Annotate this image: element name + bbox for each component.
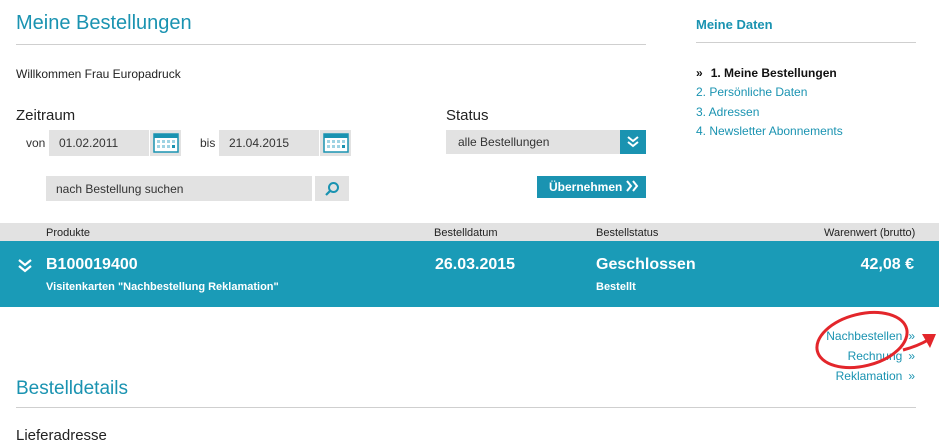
to-label: bis bbox=[200, 136, 216, 150]
order-substatus: Bestellt bbox=[596, 281, 636, 293]
sidebar-title: Meine Daten bbox=[696, 17, 773, 32]
delivery-address-title: Lieferadresse bbox=[16, 427, 107, 444]
order-row[interactable]: B100019400 Visitenkarten "Nachbestellung… bbox=[0, 241, 939, 307]
order-value: 42,08 € bbox=[860, 256, 914, 273]
from-label: von bbox=[26, 136, 46, 150]
sidebar-divider bbox=[696, 42, 916, 43]
sidebar-item-orders[interactable]: » 1. Meine Bestellungen bbox=[696, 66, 837, 80]
double-chevron-right-icon bbox=[626, 180, 639, 192]
column-header-products: Produkte bbox=[46, 227, 91, 239]
from-date-input[interactable]: 01.02.2011 bbox=[49, 130, 149, 156]
apply-filter-label: Übernehmen bbox=[549, 180, 623, 194]
from-calendar-button[interactable] bbox=[149, 130, 181, 156]
details-divider bbox=[16, 407, 916, 408]
details-title: Bestelldetails bbox=[16, 378, 128, 399]
title-divider bbox=[16, 44, 646, 45]
sidebar-item-newsletter[interactable]: 4. Newsletter Abonnements bbox=[696, 124, 843, 138]
status-select[interactable]: alle Bestellungen bbox=[446, 130, 620, 154]
annotation-circle-arrow bbox=[815, 310, 936, 370]
search-button[interactable] bbox=[315, 176, 349, 201]
sidebar-item-label: 1. Meine Bestellungen bbox=[710, 66, 837, 80]
order-product: Visitenkarten "Nachbestellung Reklamatio… bbox=[46, 281, 279, 293]
column-header-date: Bestelldatum bbox=[434, 227, 498, 239]
status-label: Status bbox=[446, 107, 489, 124]
order-date: 26.03.2015 bbox=[435, 256, 516, 273]
orders-table-header: Produkte Bestelldatum Bestellstatus Ware… bbox=[0, 223, 939, 241]
order-number: B100019400 bbox=[46, 256, 138, 273]
column-header-status: Bestellstatus bbox=[596, 227, 659, 239]
page-title: Meine Bestellungen bbox=[16, 12, 192, 34]
column-header-value: Warenwert (brutto) bbox=[824, 227, 916, 239]
to-calendar-button[interactable] bbox=[319, 130, 351, 156]
to-date-input[interactable]: 21.04.2015 bbox=[219, 130, 319, 156]
order-status: Geschlossen bbox=[596, 256, 696, 273]
sidebar-item-addresses[interactable]: 3. Adressen bbox=[696, 105, 759, 119]
status-dropdown-button[interactable] bbox=[620, 130, 646, 154]
double-chevron-right-icon: » bbox=[696, 66, 703, 80]
calendar-icon bbox=[322, 133, 349, 153]
double-chevron-down-icon bbox=[627, 136, 639, 148]
welcome-text: Willkommen Frau Europadruck bbox=[16, 67, 181, 81]
apply-filter-button[interactable]: Übernehmen bbox=[537, 176, 646, 198]
order-search-input[interactable]: nach Bestellung suchen bbox=[46, 176, 312, 201]
period-label: Zeitraum bbox=[16, 107, 76, 124]
sidebar-item-personal-data[interactable]: 2. Persönliche Daten bbox=[696, 85, 807, 99]
search-icon bbox=[325, 181, 339, 196]
calendar-icon bbox=[152, 133, 179, 153]
double-chevron-down-icon[interactable] bbox=[17, 258, 33, 274]
